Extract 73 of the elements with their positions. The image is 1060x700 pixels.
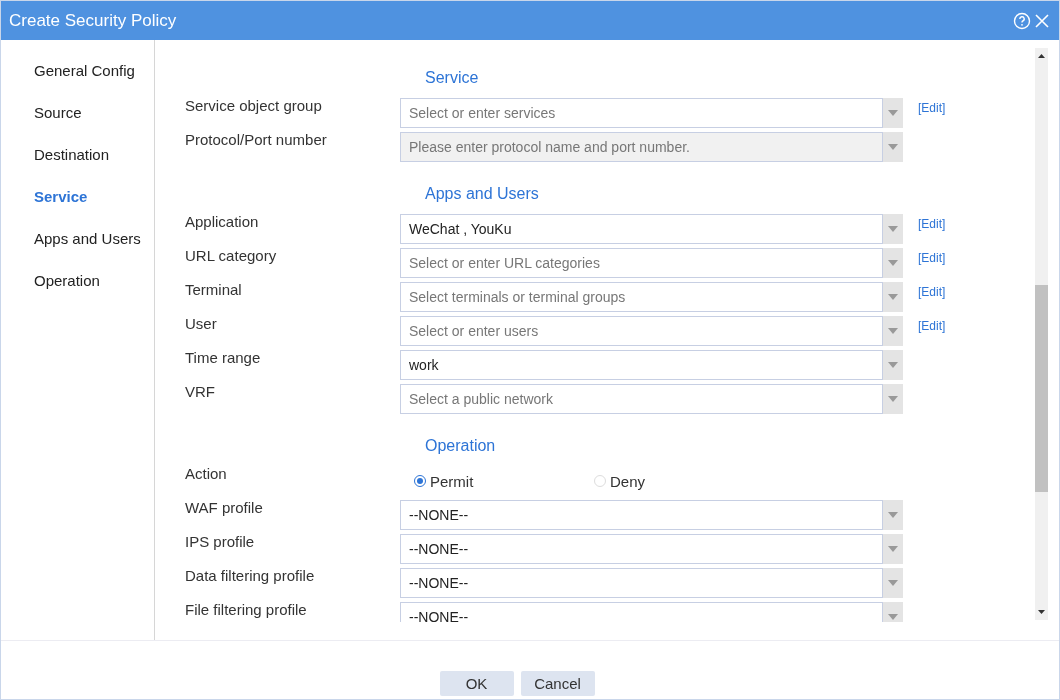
caret-icon [888, 110, 898, 116]
edit-link[interactable]: [Edit] [918, 98, 946, 128]
caret-icon [888, 328, 898, 334]
dropdown-button[interactable] [883, 316, 903, 346]
scroll-up-icon[interactable] [1038, 54, 1045, 58]
dropdown-button[interactable] [883, 500, 903, 530]
dropdown-button[interactable] [883, 248, 903, 278]
select-field[interactable]: Select or enter users [400, 316, 883, 346]
scrollbar[interactable] [1035, 48, 1048, 620]
caret-icon [888, 362, 898, 368]
select-field[interactable]: Select a public network [400, 384, 883, 414]
radio-option[interactable]: Deny [594, 472, 774, 490]
cancel-button[interactable]: Cancel [520, 671, 595, 696]
select-field[interactable]: --NONE-- [400, 568, 883, 598]
field-label: WAF profile [185, 500, 264, 518]
dropdown-button[interactable] [883, 384, 903, 414]
scroll-thumb[interactable] [1035, 285, 1048, 492]
sidebar-item[interactable]: Source [1, 102, 154, 144]
sidebar-item[interactable]: Operation [1, 270, 154, 312]
dropdown-button[interactable] [883, 214, 903, 244]
select-field[interactable]: Please enter protocol name and port number. [400, 132, 883, 162]
help-icon[interactable] [1013, 11, 1031, 30]
dropdown-button[interactable] [883, 98, 903, 128]
field-label: Action [185, 466, 228, 484]
section-title: Apps and Users [424, 184, 540, 204]
close-icon[interactable] [1033, 11, 1051, 30]
caret-icon [888, 144, 898, 150]
field-label: File filtering profile [185, 602, 308, 620]
edit-link[interactable]: [Edit] [918, 282, 946, 312]
select-field[interactable]: --NONE-- [400, 602, 883, 622]
select-field[interactable]: Select terminals or terminal groups [400, 282, 883, 312]
caret-icon [888, 260, 898, 266]
select-field[interactable]: work [400, 350, 883, 380]
sidebar-item[interactable]: General Config [1, 60, 154, 102]
caret-icon [888, 512, 898, 518]
section-title: Service [424, 68, 480, 88]
field-label: Time range [185, 350, 262, 368]
field-label: Service object group [185, 98, 323, 116]
dropdown-button[interactable] [883, 282, 903, 312]
window-title: Create Security Policy [9, 10, 178, 31]
sidebar-item[interactable]: Apps and Users [1, 228, 154, 270]
dropdown-button[interactable] [883, 534, 903, 564]
field-label: Data filtering profile [185, 568, 316, 586]
edit-link[interactable]: [Edit] [918, 316, 946, 346]
ok-button[interactable]: OK [439, 671, 514, 696]
section-title: Operation [424, 436, 497, 456]
field-label: VRF [185, 384, 216, 402]
sidebar-item[interactable]: Destination [1, 144, 154, 186]
radio-option[interactable]: Permit [414, 472, 594, 490]
edit-link[interactable]: [Edit] [918, 214, 946, 244]
select-field[interactable]: Select or enter services [400, 98, 883, 128]
caret-icon [888, 226, 898, 232]
edit-link[interactable]: [Edit] [918, 248, 946, 278]
select-field[interactable]: --NONE-- [400, 500, 883, 530]
dropdown-button[interactable] [883, 132, 903, 162]
caret-icon [888, 546, 898, 552]
scroll-down-icon[interactable] [1038, 610, 1045, 614]
caret-icon [888, 294, 898, 300]
field-label: Terminal [185, 282, 243, 300]
caret-icon [888, 580, 898, 586]
field-label: URL category [185, 248, 278, 266]
dropdown-button[interactable] [883, 568, 903, 598]
field-label: Protocol/Port number [185, 132, 328, 150]
caret-icon [888, 614, 898, 620]
select-field[interactable]: Select or enter URL categories [400, 248, 883, 278]
select-field[interactable]: WeChat , YouKu [400, 214, 883, 244]
select-field[interactable]: --NONE-- [400, 534, 883, 564]
dropdown-button[interactable] [883, 350, 903, 380]
sidebar-item[interactable]: Service [1, 186, 154, 228]
field-label: Application [185, 214, 260, 232]
field-label: User [185, 316, 218, 334]
caret-icon [888, 396, 898, 402]
field-label: IPS profile [185, 534, 256, 552]
